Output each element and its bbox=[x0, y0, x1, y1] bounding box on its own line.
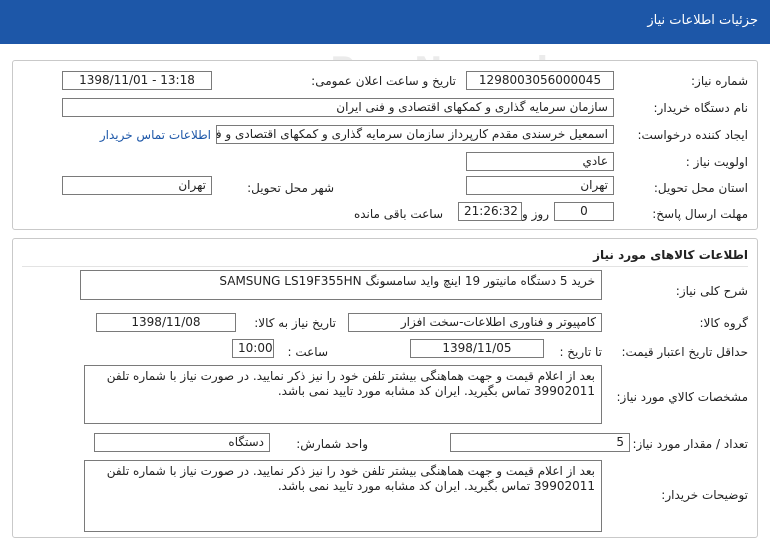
unit-field: دستگاه bbox=[94, 433, 270, 452]
spec-field: بعد از اعلام قیمت و جهت هماهنگی بیشتر تل… bbox=[84, 365, 602, 424]
creator-field: اسمعیل خرسندی مقدم کارپرداز سازمان سرمای… bbox=[216, 125, 614, 144]
validity-date-field: 1398/11/05 bbox=[410, 339, 544, 358]
title-bar: جزئیات اطلاعات نیاز bbox=[0, 0, 770, 44]
quantity-label: تعداد / مقدار مورد نیاز: bbox=[632, 437, 748, 451]
deadline-label: مهلت ارسال پاسخ: bbox=[652, 207, 748, 221]
province-label: استان محل تحویل: bbox=[653, 181, 748, 195]
deadline-days-field: 0 bbox=[554, 202, 614, 221]
buyer-contact-link[interactable]: اطلاعات تماس خریدار bbox=[100, 128, 211, 142]
summary-field: خرید 5 دستگاه مانیتور 19 اینچ واید سامسو… bbox=[80, 270, 602, 300]
city-field: تهران bbox=[62, 176, 212, 195]
days-word: روز و bbox=[522, 207, 549, 221]
need-number-label: شماره نیاز: bbox=[691, 74, 748, 88]
creator-label: ایجاد کننده درخواست: bbox=[637, 128, 748, 142]
goods-section-divider bbox=[22, 266, 748, 267]
unit-label: واحد شمارش: bbox=[296, 437, 368, 451]
buyer-org-label: نام دستگاه خریدار: bbox=[653, 101, 749, 115]
announce-date-field: 1398/11/01 - 13:18 bbox=[62, 71, 212, 90]
province-field: تهران bbox=[466, 176, 614, 195]
announce-date-label: تاریخ و ساعت اعلان عمومی: bbox=[311, 74, 456, 88]
remaining-label: ساعت باقی مانده bbox=[353, 207, 443, 221]
price-validity-label: حداقل تاریخ اعتبار قیمت: bbox=[621, 345, 748, 359]
priority-label: اولویت نیاز : bbox=[685, 155, 748, 169]
validity-hour-label: ساعت : bbox=[287, 345, 328, 359]
buyer-org-field: سازمان سرمایه گذاری و کمکهای اقتصادی و ف… bbox=[62, 98, 614, 117]
city-label: شهر محل تحویل: bbox=[247, 181, 334, 195]
goods-group-field: کامپیوتر و فناوری اطلاعات-سخت افزار bbox=[348, 313, 602, 332]
until-date-label: تا تاریخ : bbox=[559, 345, 602, 359]
need-date-field: 1398/11/08 bbox=[96, 313, 236, 332]
goods-group-label: گروه کالا: bbox=[699, 316, 749, 330]
page-title: جزئیات اطلاعات نیاز bbox=[647, 13, 758, 28]
deadline-time-field: 21:26:32 bbox=[458, 202, 522, 221]
summary-label: شرح کلی نیاز: bbox=[675, 284, 748, 298]
priority-field: عادي bbox=[466, 152, 614, 171]
buyer-notes-label: توضیحات خریدار: bbox=[661, 488, 748, 502]
buyer-notes-field: بعد از اعلام قیمت و جهت هماهنگی بیشتر تل… bbox=[84, 460, 602, 532]
quantity-field: 5 bbox=[450, 433, 630, 452]
validity-time-field: 10:00 bbox=[232, 339, 274, 358]
need-date-label: تاریخ نیاز به کالا: bbox=[254, 316, 336, 330]
goods-section-title: اطلاعات کالاهای مورد نیاز bbox=[593, 248, 748, 262]
spec-label: مشخصات کالاي مورد نیاز: bbox=[616, 390, 748, 404]
need-number-field: 1298003056000045 bbox=[466, 71, 614, 90]
